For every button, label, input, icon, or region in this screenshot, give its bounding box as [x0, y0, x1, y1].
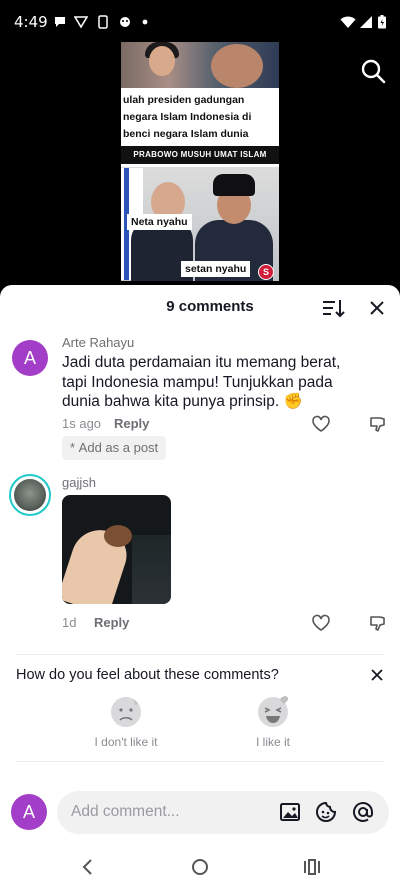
comments-sheet: 9 comments A Arte Rahayu Jadi duta perda… [0, 285, 400, 889]
reply-button[interactable]: Reply [114, 416, 149, 431]
image-icon[interactable] [279, 801, 301, 823]
feedback-question: How do you feel about these comments? [16, 667, 279, 683]
sort-icon[interactable] [321, 297, 345, 319]
battery-icon [378, 15, 386, 29]
avatar[interactable]: A [12, 340, 48, 376]
video-thumbnail: ulah presiden gadungan negara Islam Indo… [121, 42, 279, 281]
caption-label-left: Neta nyahu [127, 214, 192, 230]
heart-icon[interactable] [311, 414, 331, 434]
wifi-icon [340, 16, 356, 28]
search-icon[interactable] [360, 58, 386, 84]
dot-icon [142, 19, 148, 25]
dislike-icon[interactable] [368, 613, 388, 633]
comment-input-bar: A Add comment... [0, 782, 400, 846]
close-icon[interactable] [370, 668, 384, 682]
caption-label-right: setan nyahu [181, 261, 251, 277]
vpn-icon [74, 16, 88, 29]
game-icon [120, 17, 130, 27]
comment-input[interactable]: Add comment... [57, 791, 389, 834]
dislike-label: I don't like it [94, 735, 158, 749]
status-time: 4:49 [14, 13, 48, 31]
comment-image[interactable] [62, 495, 171, 604]
comment-time: 1s ago [62, 416, 102, 431]
comments-header: 9 comments [0, 285, 400, 329]
sticker-icon[interactable] [315, 801, 337, 823]
watermark-badge: S [258, 264, 274, 280]
video-banner: PRABOWO MUSUH UMAT ISLAM [121, 146, 279, 164]
video-player[interactable]: ulah presiden gadungan negara Islam Indo… [0, 30, 400, 288]
dislike-icon[interactable] [368, 414, 388, 434]
add-as-post-button[interactable]: * Add as a post [62, 436, 167, 460]
comment-username[interactable]: Arte Rahayu [62, 335, 134, 350]
comment-username[interactable]: gajjsh [62, 475, 96, 490]
plus-icon: * [70, 440, 79, 455]
home-icon[interactable] [191, 858, 209, 876]
mention-icon[interactable] [352, 801, 374, 823]
back-icon[interactable] [80, 858, 96, 876]
laughing-face-icon [258, 696, 289, 727]
divider [16, 761, 384, 762]
comment-text: Jadi duta perdamaian itu memang berat, t… [62, 354, 341, 410]
heart-icon[interactable] [311, 613, 331, 633]
system-nav-bar [0, 846, 400, 889]
signal-icon [360, 16, 372, 28]
avatar: A [11, 794, 47, 830]
avatar[interactable] [9, 474, 51, 516]
reply-button[interactable]: Reply [94, 615, 129, 630]
chat-notification-icon [55, 17, 65, 27]
like-label: I like it [255, 735, 290, 749]
comment-time: 1d [62, 615, 77, 630]
video-headline: ulah presiden gadungan negara Islam Indo… [123, 94, 252, 140]
screenshot-icon [98, 15, 108, 29]
comment-input-placeholder: Add comment... [71, 803, 180, 820]
comment-feedback-panel: How do you feel about these comments? I … [0, 655, 400, 763]
sad-face-icon [111, 697, 141, 727]
close-icon[interactable] [366, 297, 388, 319]
recents-icon[interactable] [303, 858, 321, 876]
